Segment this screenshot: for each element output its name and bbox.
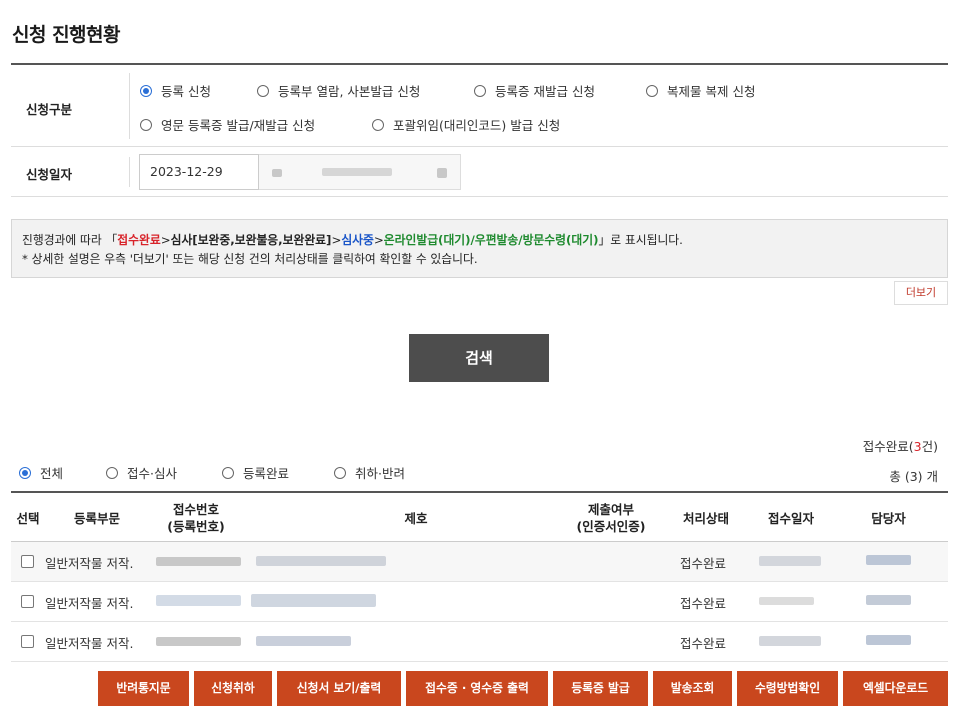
radio-icon <box>106 466 118 479</box>
application-date-label: 신청일자 <box>26 167 73 182</box>
th-submission: 제출여부 (인증서인증) <box>576 502 646 534</box>
date-start-input[interactable]: 2023-12-29 <box>139 154 259 190</box>
radio-icon <box>257 84 269 97</box>
th-status: 처리상태 <box>682 511 729 526</box>
issue-certificate-button[interactable]: 등록증 발급 <box>553 671 648 706</box>
th-manager: 담당자 <box>871 511 906 526</box>
type-radio-copy[interactable]: 복제물 복제 신청 <box>646 81 755 100</box>
table-row[interactable]: 일반저작물 저작. 접수완료 <box>11 542 948 582</box>
filter-radio-withdrawn[interactable]: 취하·반려 <box>334 463 405 482</box>
filter-radio-received-review[interactable]: 접수·심사 <box>106 463 177 482</box>
label-divider <box>129 73 130 139</box>
type-radio-agent-code[interactable]: 포괄위임(대리인코드) 발급 신청 <box>372 115 560 134</box>
progress-notice: 진행경과에 따라 「접수완료>심사[보완중,보완불응,보완완료]>심사중>온라인… <box>11 219 948 278</box>
row-status[interactable]: 접수완료 <box>680 593 726 612</box>
radio-selected-icon <box>19 466 31 479</box>
rejection-notice-button[interactable]: 반려통지문 <box>98 671 189 706</box>
th-department: 등록부문 <box>73 511 120 526</box>
excel-download-button[interactable]: 엑셀다운로드 <box>843 671 948 706</box>
stage-issue: 온라인발급(대기)/우편발송/방문수령(대기) <box>383 233 599 247</box>
type-radio-reissue[interactable]: 등록증 재발급 신청 <box>474 81 595 100</box>
row-department: 일반저작물 저작. <box>45 556 134 571</box>
search-button[interactable]: 검색 <box>409 334 549 382</box>
th-date: 접수일자 <box>767 511 814 526</box>
row-department: 일반저작물 저작. <box>45 596 134 611</box>
row-status[interactable]: 접수완료 <box>680 553 726 572</box>
row-checkbox[interactable] <box>21 635 34 648</box>
notice-line-2: * 상세한 설명은 우측 '더보기' 또는 해당 신청 건의 처리상태를 클릭하… <box>22 252 478 266</box>
filter-radio-registered[interactable]: 등록완료 <box>222 463 289 482</box>
radio-icon <box>140 118 152 131</box>
application-date-row: 신청일자 2023-12-29 <box>11 147 948 197</box>
type-radio-register-view[interactable]: 등록부 열람, 사본발급 신청 <box>257 81 420 100</box>
type-radio-registration[interactable]: 등록 신청 <box>140 81 211 100</box>
print-receipt-button[interactable]: 접수증 · 영수증 출력 <box>406 671 548 706</box>
shipping-inquiry-button[interactable]: 발송조회 <box>653 671 732 706</box>
received-summary: 접수완료(3건) <box>862 439 938 454</box>
stage-review: 심사[보완중,보완불응,보완완료] <box>170 233 332 247</box>
radio-icon <box>474 84 486 97</box>
more-button[interactable]: 더보기 <box>894 281 948 305</box>
date-end-input[interactable] <box>236 154 461 190</box>
row-status[interactable]: 접수완료 <box>680 633 726 652</box>
th-select: 선택 <box>16 511 40 526</box>
row-department: 일반저작물 저작. <box>45 636 134 651</box>
radio-icon <box>372 118 384 131</box>
row-checkbox[interactable] <box>21 595 34 608</box>
received-count: 3 <box>913 439 922 454</box>
table-row[interactable]: 일반저작물 저작. 접수완료 <box>11 582 948 622</box>
table-row[interactable]: 일반저작물 저작. 접수완료 <box>11 622 948 662</box>
application-type-row: 신청구분 등록 신청 등록부 열람, 사본발급 신청 등록증 재발급 신청 복제… <box>11 65 948 147</box>
page-title: 신청 진행현황 <box>12 24 121 46</box>
radio-icon <box>646 84 658 97</box>
th-title: 제호 <box>404 511 428 526</box>
row-checkbox[interactable] <box>21 555 34 568</box>
radio-selected-icon <box>140 84 152 97</box>
type-radio-english-cert[interactable]: 영문 등록증 발급/재발급 신청 <box>140 115 315 134</box>
radio-icon <box>222 466 234 479</box>
receipt-method-button[interactable]: 수령방법확인 <box>737 671 838 706</box>
th-receipt-no: 접수번호 (등록번호) <box>167 502 225 534</box>
label-divider <box>129 157 130 187</box>
radio-icon <box>334 466 346 479</box>
stage-received: 접수완료 <box>117 233 161 247</box>
withdraw-application-button[interactable]: 신청취하 <box>194 671 272 706</box>
view-print-application-button[interactable]: 신청서 보기/출력 <box>277 671 401 706</box>
filter-radio-all[interactable]: 전체 <box>19 463 63 482</box>
table-header: 선택 등록부문 접수번호 (등록번호) 제호 제출여부 (인증서인증) 처리상태… <box>11 493 948 542</box>
stage-reviewing: 심사중 <box>341 233 374 247</box>
notice-line-1: 진행경과에 따라 「접수완료>심사[보완중,보완불응,보완완료]>심사중>온라인… <box>22 233 683 247</box>
application-type-label: 신청구분 <box>26 102 73 117</box>
total-count: 총 (3) 개 <box>889 469 938 484</box>
